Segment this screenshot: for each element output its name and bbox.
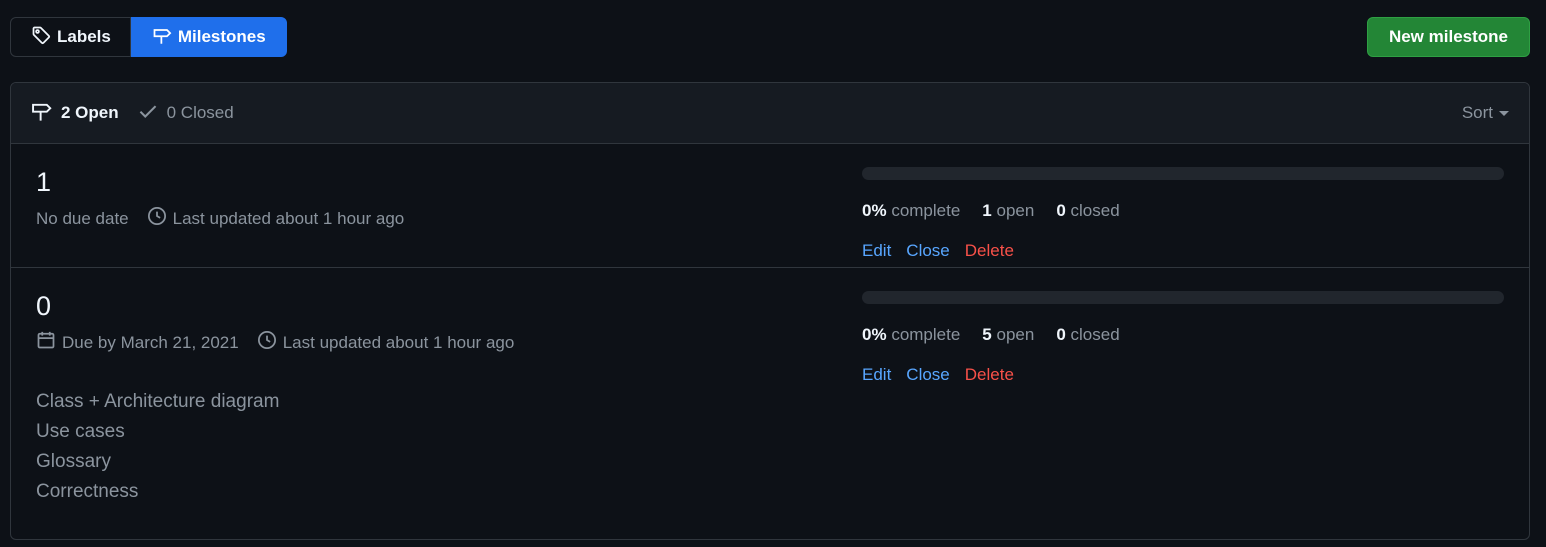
description-line: Correctness — [36, 481, 139, 502]
milestone-meta: No due date Last updated about 1 hour ag… — [36, 206, 862, 231]
closed-filter-label: 0 Closed — [166, 103, 234, 122]
milestone-description: Class + Architecture diagram Use cases G… — [36, 387, 862, 507]
milestone-item: 0 Due by March 21, 2021 Last updated abo… — [11, 268, 1529, 539]
open-count[interactable]: 1 open — [982, 201, 1034, 221]
closed-count[interactable]: 0 closed — [1056, 325, 1119, 345]
milestone-icon — [31, 100, 53, 127]
milestone-icon — [152, 25, 172, 50]
last-updated-text: Last updated about 1 hour ago — [172, 208, 405, 228]
closed-count[interactable]: 0 closed — [1056, 201, 1119, 221]
milestones-tab[interactable]: Milestones — [130, 17, 287, 57]
new-milestone-button[interactable]: New milestone — [1366, 17, 1530, 57]
sort-dropdown[interactable]: Sort — [1462, 103, 1509, 123]
progress-bar — [862, 291, 1504, 304]
due-date-text: No due date — [36, 208, 129, 228]
milestone-progress: 0% complete 1 open 0 closed Edit Close D… — [862, 144, 1504, 267]
last-updated-text: Last updated about 1 hour ago — [282, 332, 515, 352]
milestones-list: 2 Open 0 Closed Sort 1 No due date Last … — [10, 82, 1530, 540]
clock-icon — [147, 206, 167, 231]
toolbar: Labels Milestones New milestone — [10, 17, 1530, 57]
open-count[interactable]: 5 open — [982, 325, 1034, 345]
open-filter[interactable]: 2 Open — [31, 100, 119, 127]
milestone-info: 1 No due date Last updated about 1 hour … — [36, 144, 862, 267]
milestone-actions: Edit Close Delete — [862, 365, 1504, 385]
description-line: Class + Architecture diagram — [36, 391, 280, 412]
milestone-stats: 0% complete 5 open 0 closed — [862, 325, 1504, 345]
closed-filter[interactable]: 0 Closed — [137, 100, 234, 127]
due-date-text: Due by March 21, 2021 — [62, 332, 239, 352]
milestone-info: 0 Due by March 21, 2021 Last updated abo… — [36, 268, 862, 539]
delete-link[interactable]: Delete — [965, 241, 1014, 261]
sort-label: Sort — [1461, 103, 1493, 122]
edit-link[interactable]: Edit — [862, 241, 891, 261]
delete-link[interactable]: Delete — [965, 365, 1014, 385]
close-link[interactable]: Close — [906, 365, 949, 385]
due-date: Due by March 21, 2021 — [36, 330, 239, 355]
milestone-actions: Edit Close Delete — [862, 241, 1504, 261]
milestone-title[interactable]: 0 — [36, 291, 862, 321]
percent-complete: 0% complete — [862, 201, 961, 220]
calendar-icon — [36, 330, 56, 355]
check-icon — [137, 100, 159, 127]
milestone-meta: Due by March 21, 2021 Last updated about… — [36, 330, 862, 355]
close-link[interactable]: Close — [906, 241, 949, 261]
percent-complete: 0% complete — [862, 325, 961, 344]
milestones-tab-label: Milestones — [177, 27, 266, 46]
caret-down-icon — [1499, 110, 1509, 116]
open-filter-label: 2 Open — [61, 103, 119, 122]
labels-milestones-switch: Labels Milestones — [10, 17, 287, 57]
tag-icon — [31, 25, 51, 50]
clock-icon — [257, 330, 277, 355]
description-line: Glossary — [36, 451, 111, 472]
milestones-list-header: 2 Open 0 Closed Sort — [11, 83, 1529, 144]
milestone-item: 1 No due date Last updated about 1 hour … — [11, 144, 1529, 268]
labels-tab-label: Labels — [57, 27, 111, 46]
milestone-stats: 0% complete 1 open 0 closed — [862, 201, 1504, 221]
milestone-progress: 0% complete 5 open 0 closed Edit Close D… — [862, 268, 1504, 539]
progress-bar — [862, 167, 1504, 180]
milestone-title[interactable]: 1 — [36, 167, 862, 197]
due-date: No due date — [36, 209, 129, 229]
last-updated: Last updated about 1 hour ago — [147, 206, 405, 231]
labels-tab[interactable]: Labels — [10, 17, 131, 57]
description-line: Use cases — [36, 421, 125, 442]
edit-link[interactable]: Edit — [862, 365, 891, 385]
last-updated: Last updated about 1 hour ago — [257, 330, 515, 355]
